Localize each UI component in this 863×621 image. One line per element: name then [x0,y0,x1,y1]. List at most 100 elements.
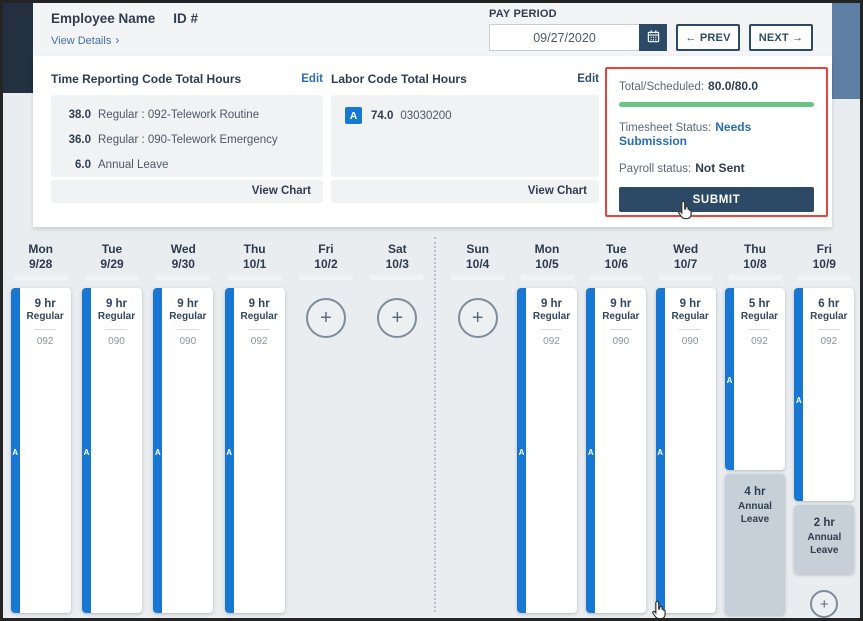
time-entry-card[interactable]: A6 hrRegular092 [794,288,854,501]
entry-type: Annual Leave [725,500,785,526]
entry-accent-bar: A [82,288,91,613]
employee-name: Employee Name [51,11,155,26]
entry-hours: 2 hr [794,517,854,529]
entry-divider [610,329,632,330]
row-hours: 74.0 [371,110,393,122]
day-column-tue-9-29: Tue9/29 A9 hrRegular090 [76,229,147,618]
add-entry-button[interactable]: + [458,298,498,338]
time-entry-card[interactable]: A9 hrRegular090 [153,288,213,613]
time-entry-card[interactable]: A9 hrRegular092 [11,288,71,613]
entry-type: Regular [803,311,854,322]
entry-accent-bar: A [517,288,526,613]
day-of-week: Wed [673,242,698,257]
row-hours: 36.0 [57,128,91,153]
day-header-underline [520,275,574,280]
annual-leave-card[interactable]: 2 hrAnnual Leave [794,505,854,574]
entry-type: Regular [20,311,71,322]
entry-divider [34,329,56,330]
pay-period-section: PAY PERIOD ← PREV NEXT → [489,8,813,51]
entry-type: Regular [734,311,785,322]
status-panel: Total/Scheduled:80.0/80.0 Timesheet Stat… [605,67,828,217]
entry-hours: 9 hr [665,298,716,310]
labor-code-a-badge: A [82,448,91,457]
entry-code: 092 [20,336,71,347]
day-of-week: Tue [100,242,123,257]
day-column-wed-10-7: Wed10/7A9 hrRegular090 [651,229,720,618]
view-details-link[interactable]: View Details› [51,33,198,47]
entry-hours: 9 hr [595,298,646,310]
labor-code-a-badge: A [586,448,595,457]
day-column-sat-10-3: Sat10/3+ [362,229,433,618]
day-header: Mon9/28 [28,229,53,272]
row-hours: 6.0 [57,153,91,178]
entry-divider [105,329,127,330]
labor-code-a-badge: A [225,448,234,457]
entry-code: 092 [803,336,854,347]
labor-code-a-badge: A [11,448,20,457]
add-entry-button[interactable]: + [306,298,346,338]
day-header-underline [797,275,851,280]
entry-accent-bar: A [794,288,803,501]
day-header-underline [370,275,424,280]
pay-period-date-input[interactable] [489,24,639,51]
entry-hours: 4 hr [725,486,785,498]
hours-progress-bar [619,102,814,107]
day-header-underline [85,275,139,280]
time-entry-card[interactable]: A9 hrRegular090 [586,288,646,613]
day-date: 10/9 [813,257,836,272]
labor-code-panel: A 74.0 03030200 [331,95,599,177]
day-header: Wed10/7 [673,229,698,272]
entry-code: 090 [665,336,716,347]
day-header-underline [228,275,282,280]
labor-code-title: Labor Code Total Hours [331,72,467,86]
labor-code-a-badge: A [345,107,362,124]
prev-period-button[interactable]: ← PREV [676,24,740,51]
time-entry-card[interactable]: A5 hrRegular092 [725,288,785,470]
calendar-picker-button[interactable] [639,24,667,51]
row-label: Regular : 092-Telework Routine [98,103,259,128]
time-reporting-view-chart-link[interactable]: View Chart [51,180,323,203]
add-entry-button[interactable]: + [810,590,838,618]
day-header: Thu10/8 [743,229,766,272]
submit-button[interactable]: SUBMIT [619,187,814,212]
entry-hours: 5 hr [734,298,785,310]
top-header-band: Employee NameID # View Details› PAY PERI… [33,3,832,56]
day-of-week: Fri [314,242,337,257]
day-column-thu-10-8: Thu10/8A5 hrRegular0924 hrAnnual Leave [720,229,789,618]
day-header: Tue10/6 [605,229,628,272]
day-column-wed-9-30: Wed9/30A9 hrRegular090 [148,229,219,618]
next-period-button[interactable]: NEXT → [749,24,813,51]
day-date: 10/6 [605,257,628,272]
payroll-status-label: Payroll status: [619,163,691,175]
labor-code-a-badge: A [656,448,665,457]
entry-type: Regular [162,311,213,322]
entry-accent-bar: A [586,288,595,613]
total-scheduled-row: Total/Scheduled:80.0/80.0 [619,79,814,93]
timesheet-status-label: Timesheet Status: [619,122,711,134]
time-entry-card[interactable]: A9 hrRegular092 [225,288,285,613]
time-entry-card[interactable]: A9 hrRegular092 [517,288,577,613]
add-entry-button[interactable]: + [377,298,417,338]
day-date: 9/28 [28,257,53,272]
entry-code: 092 [734,336,785,347]
annual-leave-card[interactable]: 4 hr Annual Leave [725,474,785,615]
day-of-week: Sat [386,242,409,257]
labor-code-edit-link[interactable]: Edit [577,73,599,85]
time-entry-card[interactable]: A9 hrRegular090 [82,288,142,613]
day-column-tue-10-6: Tue10/6A9 hrRegular090 [582,229,651,618]
day-header: Tue9/29 [100,229,123,272]
day-header-underline [728,275,782,280]
entry-divider [748,329,770,330]
day-date: 10/8 [743,257,766,272]
labor-code-view-chart-link[interactable]: View Chart [331,180,599,203]
payroll-status-row: Payroll status:Not Sent [619,161,814,175]
entry-divider [818,329,840,330]
day-column-fri-10-2: Fri10/2+ [290,229,361,618]
summary-card: Time Reporting Code Total Hours Edit 38.… [33,56,832,227]
day-date: 10/5 [535,257,560,272]
timesheet-status-row: Timesheet Status:Needs Submission [619,120,814,148]
time-reporting-edit-link[interactable]: Edit [301,73,323,85]
labor-code-a-badge: A [153,448,162,457]
day-header-underline [299,275,353,280]
time-entry-card[interactable]: A9 hrRegular090 [656,288,716,613]
